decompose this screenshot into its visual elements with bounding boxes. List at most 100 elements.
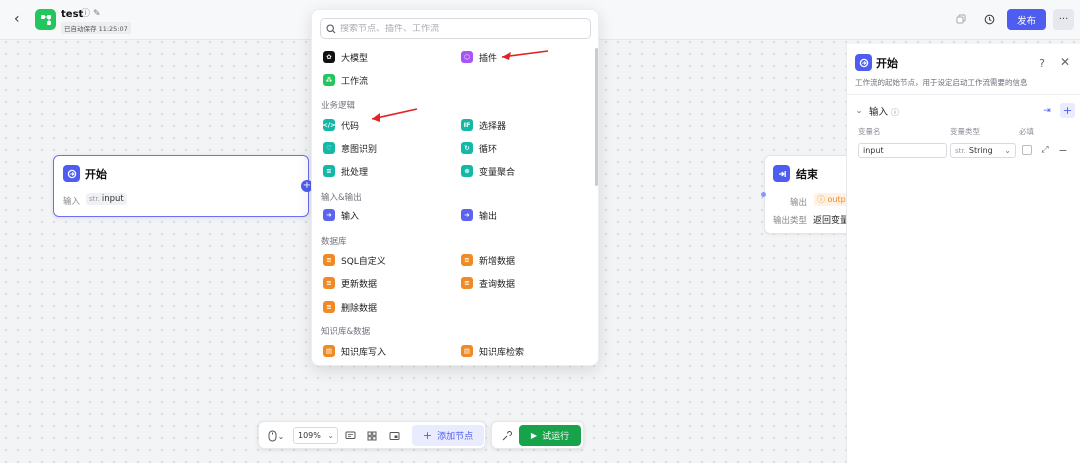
start-icon xyxy=(63,165,80,182)
start-node[interactable]: 开始 输入 str. input + xyxy=(53,155,313,217)
section-io: 输入&输出 xyxy=(321,193,362,203)
node-picker-panel: ✿大模型 ⬡插件 ⁂工作流 业务逻辑 </>代码 IF选择器 ♡意图识别 ↻循环… xyxy=(311,9,599,366)
picker-item-kb-search[interactable]: ▤ 知识库检索 xyxy=(461,343,524,359)
kb-search-icon: ▤ xyxy=(461,345,473,357)
test-run-button[interactable]: ▶ 试运行 xyxy=(519,425,581,446)
play-icon: ▶ xyxy=(530,431,538,440)
kb-write-icon: ▤ xyxy=(323,345,335,357)
picker-item-add-data[interactable]: ≡ 新增数据 xyxy=(461,252,515,268)
node-search[interactable] xyxy=(320,18,591,39)
search-input[interactable] xyxy=(340,23,580,34)
chevron-down-icon[interactable]: ⌄ xyxy=(277,429,285,443)
minimap-icon[interactable] xyxy=(387,429,401,443)
properties-title: 开始 xyxy=(876,57,898,70)
update-data-icon: ≡ xyxy=(323,277,335,289)
query-data-icon: ≡ xyxy=(461,277,473,289)
publish-button[interactable]: 发布 xyxy=(1007,9,1046,30)
workflow-icon: ⁂ xyxy=(323,74,335,86)
add-data-icon: ≡ xyxy=(461,254,473,266)
input-icon: ➜ xyxy=(323,209,335,221)
expand-icon[interactable]: ⤢ xyxy=(1039,144,1051,156)
start-input-label: 输入 xyxy=(63,197,81,207)
plus-icon: + xyxy=(422,429,433,442)
picker-item-input[interactable]: ➜ 输入 xyxy=(323,207,359,223)
picker-item-sql[interactable]: ≡ SQL自定义 xyxy=(323,252,386,268)
copy-icon[interactable] xyxy=(953,11,969,27)
end-output-label: 输出 xyxy=(790,198,808,208)
llm-icon: ✿ xyxy=(323,51,335,63)
app-title: test xyxy=(61,9,84,20)
col-variable-name: 变量名 xyxy=(858,127,881,136)
database-icon: ≡ xyxy=(323,254,335,266)
run-toolbar: ▶ 试运行 xyxy=(491,421,584,449)
picker-item-delete-data[interactable]: ≡ 删除数据 xyxy=(323,299,377,315)
picker-item-variable-merge[interactable]: ⊚ 变量聚合 xyxy=(461,163,515,179)
variable-name-field[interactable]: input xyxy=(858,143,947,158)
layout-icon[interactable] xyxy=(365,429,379,443)
edit-icon[interactable]: ✎ xyxy=(93,9,101,20)
section-knowledge: 知识库&数据 xyxy=(321,327,371,337)
import-icon[interactable]: ⇥ xyxy=(1040,104,1054,118)
variable-merge-icon: ⊚ xyxy=(461,165,473,177)
delete-data-icon: ≡ xyxy=(323,301,335,313)
picker-item-selector[interactable]: IF 选择器 xyxy=(461,117,506,133)
info-icon[interactable]: ⓘ xyxy=(81,9,90,20)
chevron-down-icon: ⌄ xyxy=(327,431,334,440)
batch-icon: ≋ xyxy=(323,165,335,177)
col-required: 必填 xyxy=(1019,127,1034,136)
section-business-logic: 业务逻辑 xyxy=(321,101,356,111)
code-icon: </> xyxy=(322,119,336,131)
back-icon[interactable]: ‹ xyxy=(14,11,28,27)
variable-type-select[interactable]: str. String ⌄ xyxy=(950,143,1016,158)
more-button[interactable]: ··· xyxy=(1053,9,1074,30)
end-input-port[interactable] xyxy=(761,192,766,197)
picker-item-query-data[interactable]: ≡ 查询数据 xyxy=(461,275,515,291)
history-icon[interactable] xyxy=(981,11,997,27)
plugin-icon: ⬡ xyxy=(461,51,473,63)
end-node-title: 结束 xyxy=(796,168,818,181)
picker-item-llm[interactable]: ✿ 大模型 xyxy=(323,49,368,65)
save-status: 已自动保存 11:25:07 xyxy=(61,22,131,34)
picker-item-intent[interactable]: ♡ 意图识别 xyxy=(323,140,377,156)
end-icon xyxy=(773,165,790,182)
picker-item-output[interactable]: ➜ 输出 xyxy=(461,207,497,223)
output-type-label: 输出类型 xyxy=(773,216,808,226)
chevron-down-icon[interactable]: ⌄ xyxy=(854,105,864,115)
picker-item-kb-write[interactable]: ▤ 知识库写入 xyxy=(323,343,386,359)
chevron-down-icon: ⌄ xyxy=(1004,146,1011,155)
workflow-logo-icon xyxy=(35,9,56,30)
remove-icon[interactable]: − xyxy=(1057,144,1069,157)
output-type-value: 返回变量 xyxy=(813,216,850,226)
start-node-title: 开始 xyxy=(85,168,107,181)
add-variable-button[interactable]: + xyxy=(1060,103,1075,118)
help-icon[interactable]: ? xyxy=(1035,56,1049,70)
debug-icon[interactable] xyxy=(499,429,513,443)
picker-item-workflow[interactable]: ⁂ 工作流 xyxy=(323,72,368,88)
search-icon xyxy=(326,23,336,33)
divider xyxy=(847,94,1080,95)
start-icon xyxy=(855,54,872,71)
end-node[interactable]: 结束 输出 ⓘ outp 输出类型 返回变量 xyxy=(764,155,854,234)
selector-icon: IF xyxy=(461,119,473,131)
col-variable-type: 变量类型 xyxy=(950,127,980,136)
picker-item-update-data[interactable]: ≡ 更新数据 xyxy=(323,275,377,291)
intent-icon: ♡ xyxy=(323,142,335,154)
picker-item-plugin[interactable]: ⬡ 插件 xyxy=(461,49,497,65)
zoom-select[interactable]: 109% ⌄ xyxy=(293,427,338,444)
picker-item-code[interactable]: </> 代码 xyxy=(322,117,359,133)
picker-item-loop[interactable]: ↻ 循环 xyxy=(461,140,497,156)
input-section-title[interactable]: 输入 ⓘ xyxy=(869,104,899,118)
scrollbar[interactable] xyxy=(595,48,598,186)
properties-description: 工作流的起始节点，用于设定启动工作流需要的信息 xyxy=(855,78,1028,87)
section-database: 数据库 xyxy=(321,237,347,247)
input-variable-chip: str. input xyxy=(86,193,127,205)
output-icon: ➜ xyxy=(461,209,473,221)
required-checkbox[interactable] xyxy=(1022,145,1032,155)
comment-icon[interactable] xyxy=(343,429,357,443)
close-icon[interactable]: ✕ xyxy=(1058,55,1072,69)
canvas-toolbar: ⌄ 109% ⌄ + 添加节点 xyxy=(258,421,486,449)
loop-icon: ↻ xyxy=(461,142,473,154)
info-icon: ⓘ xyxy=(891,108,900,117)
add-node-button[interactable]: + 添加节点 xyxy=(412,425,484,446)
picker-item-batch[interactable]: ≋ 批处理 xyxy=(323,163,368,179)
